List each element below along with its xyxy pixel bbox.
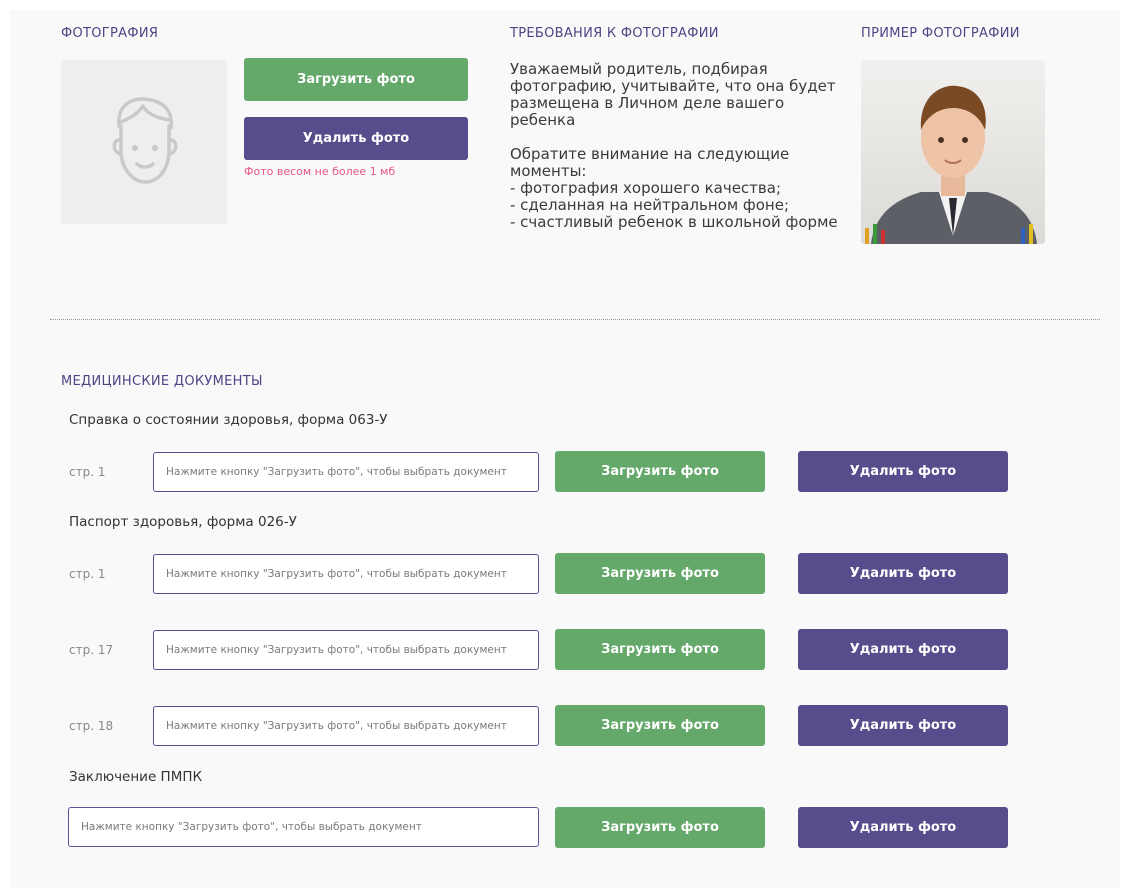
requirements-title: ТРЕБОВАНИЯ К ФОТОГРАФИИ [510, 26, 719, 41]
document-file-field[interactable]: Нажмите кнопку "Загрузить фото", чтобы в… [153, 706, 539, 746]
example-photo-title: ПРИМЕР ФОТОГРАФИИ [861, 26, 1020, 41]
doc-title-026u: Паспорт здоровья, форма 026-У [69, 514, 297, 530]
upload-document-button[interactable]: Загрузить фото [555, 553, 765, 594]
photo-section-title: ФОТОГРАФИЯ [61, 26, 159, 41]
delete-document-button[interactable]: Удалить фото [798, 705, 1008, 746]
page-label: стр. 1 [69, 465, 106, 479]
photo-size-hint: Фото весом не более 1 мб [244, 165, 396, 178]
upload-document-button[interactable]: Загрузить фото [555, 629, 765, 670]
doc-title-pmpk: Заключение ПМПК [69, 769, 203, 785]
doc-title-063u: Справка о состоянии здоровья, форма 063-… [69, 412, 388, 428]
upload-document-button[interactable]: Загрузить фото [555, 451, 765, 492]
form-panel: ФОТОГРАФИЯ Загрузить фото Удалить фото Ф… [10, 10, 1120, 888]
page-label: стр. 1 [69, 567, 106, 581]
medical-docs-title: МЕДИЦИНСКИЕ ДОКУМЕНТЫ [61, 374, 263, 389]
page-label: стр. 17 [69, 643, 114, 657]
upload-document-button[interactable]: Загрузить фото [555, 705, 765, 746]
upload-document-button[interactable]: Загрузить фото [555, 807, 765, 848]
delete-document-button[interactable]: Удалить фото [798, 553, 1008, 594]
document-file-field[interactable]: Нажмите кнопку "Загрузить фото", чтобы в… [68, 807, 539, 847]
boy-face-icon [112, 97, 178, 184]
delete-photo-button[interactable]: Удалить фото [244, 117, 468, 160]
document-file-field[interactable]: Нажмите кнопку "Загрузить фото", чтобы в… [153, 554, 539, 594]
document-file-field[interactable]: Нажмите кнопку "Загрузить фото", чтобы в… [153, 452, 539, 492]
page-label: стр. 18 [69, 719, 114, 733]
document-file-field[interactable]: Нажмите кнопку "Загрузить фото", чтобы в… [153, 630, 539, 670]
section-divider [50, 319, 1100, 320]
delete-document-button[interactable]: Удалить фото [798, 807, 1008, 848]
photo-placeholder [61, 60, 227, 224]
upload-photo-button[interactable]: Загрузить фото [244, 58, 468, 101]
requirements-text: Уважаемый родитель, подбирая фотографию,… [510, 60, 838, 231]
example-child-photo [861, 60, 1045, 244]
delete-document-button[interactable]: Удалить фото [798, 451, 1008, 492]
delete-document-button[interactable]: Удалить фото [798, 629, 1008, 670]
